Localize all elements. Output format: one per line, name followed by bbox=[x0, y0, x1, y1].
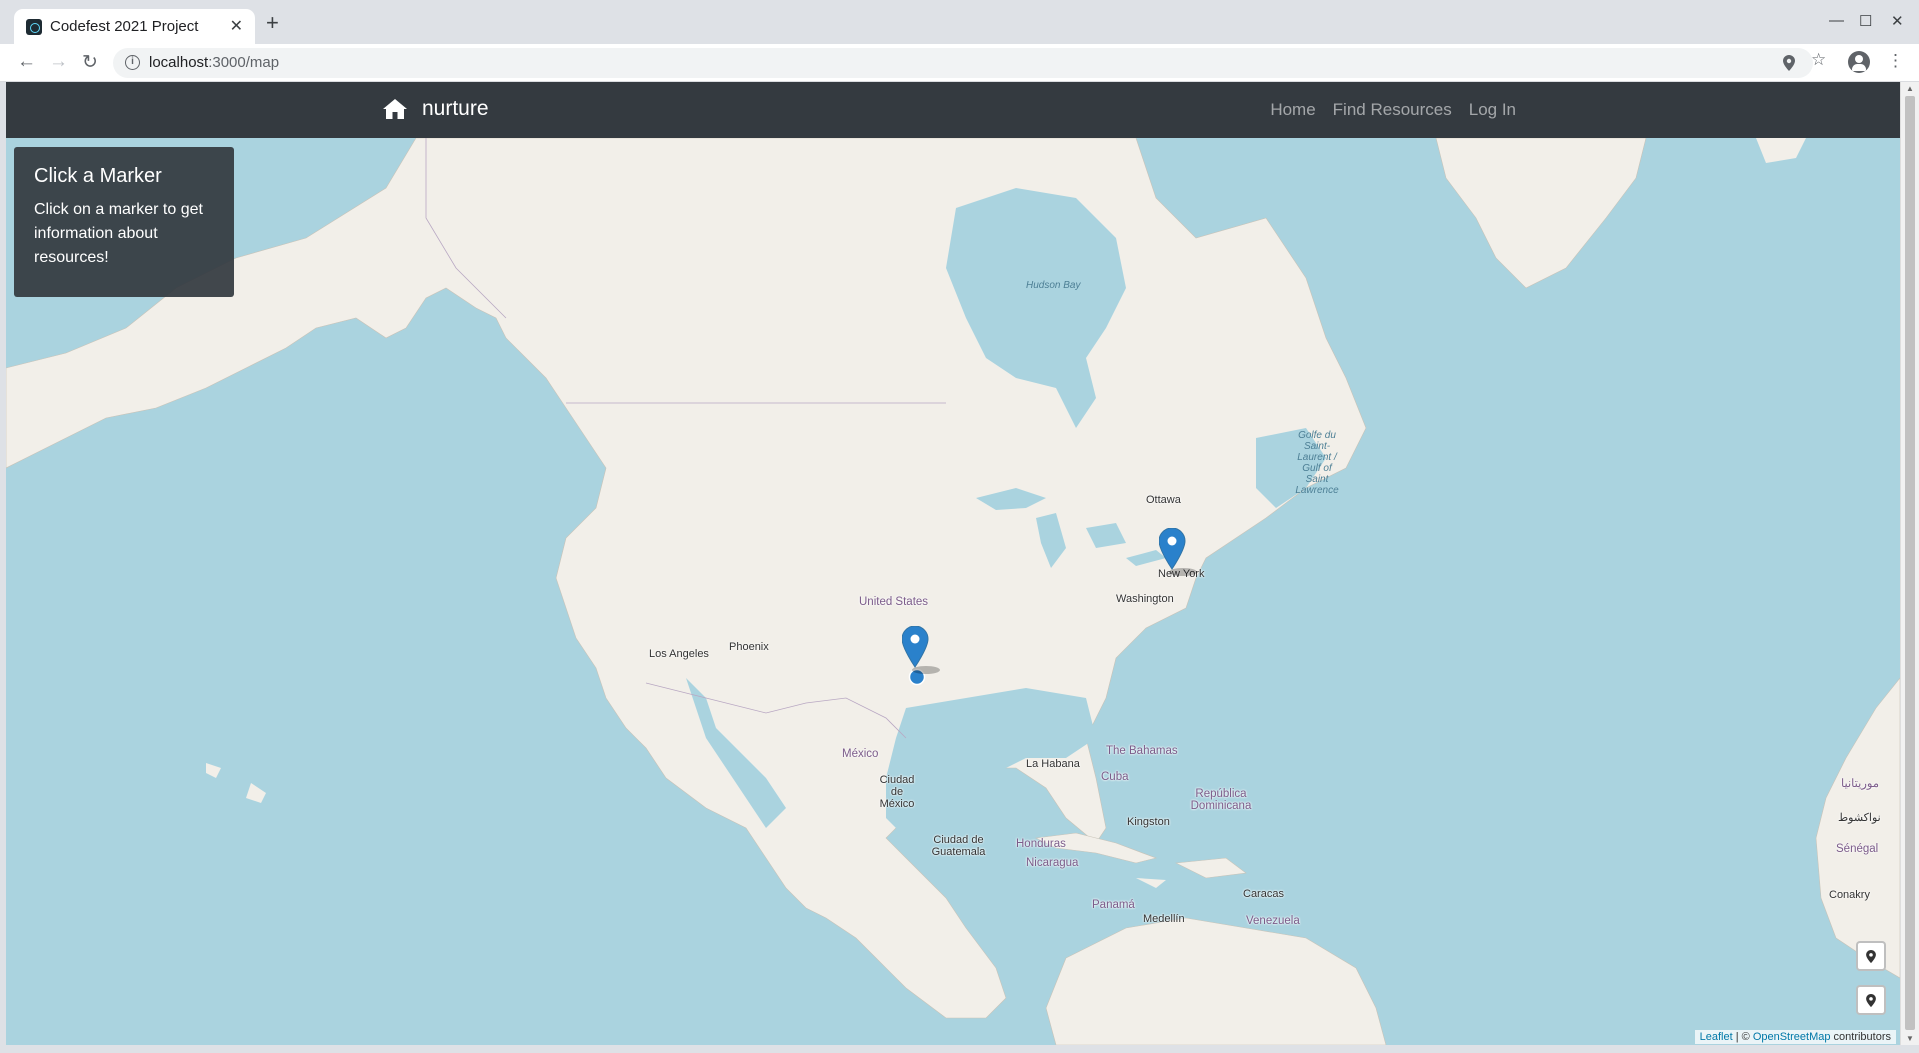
leaflet-link[interactable]: Leaflet bbox=[1700, 1031, 1733, 1043]
label-the-bahamas: The Bahamas bbox=[1106, 745, 1178, 757]
openstreetmap-link[interactable]: OpenStreetMap bbox=[1753, 1031, 1831, 1043]
nav-link-home[interactable]: Home bbox=[1270, 100, 1315, 120]
label-nouakchott: نواكشوط bbox=[1838, 812, 1881, 824]
tab-title: Codefest 2021 Project bbox=[50, 18, 199, 35]
profile-avatar-icon[interactable] bbox=[1848, 51, 1870, 73]
label-gulf-st-lawrence: Golfe du Saint-Laurent / Gulf of Saint L… bbox=[1295, 430, 1339, 496]
nav-link-log-in[interactable]: Log In bbox=[1469, 100, 1516, 120]
label-kingston: Kingston bbox=[1127, 816, 1170, 828]
resource-marker-texas[interactable] bbox=[902, 626, 940, 676]
label-ottawa: Ottawa bbox=[1146, 494, 1181, 506]
browser-window: Codefest 2021 Project ✕ + — ☐ ✕ ← → ↻ i … bbox=[0, 0, 1919, 1053]
minimize-button[interactable]: — bbox=[1829, 12, 1844, 29]
map-tiles bbox=[6, 138, 1900, 1045]
page-viewport: nurture Home Find Resources Log In Hudso… bbox=[6, 82, 1919, 1045]
reload-button[interactable]: ↻ bbox=[82, 51, 98, 74]
map-attribution: Leaflet | © OpenStreetMap contributors bbox=[1694, 1030, 1896, 1044]
site-info-icon[interactable]: i bbox=[125, 55, 140, 70]
label-senegal: Sénégal bbox=[1836, 843, 1879, 855]
brand-link[interactable]: nurture bbox=[383, 97, 489, 121]
label-hudson-bay: Hudson Bay bbox=[1026, 280, 1081, 291]
label-conakry: Conakry bbox=[1829, 889, 1870, 901]
tab-close-icon[interactable]: ✕ bbox=[230, 16, 243, 36]
label-honduras: Honduras bbox=[1016, 838, 1066, 850]
label-republica-dominicana: República Dominicana bbox=[1190, 788, 1252, 812]
nav-links: Home Find Resources Log In bbox=[1253, 100, 1516, 120]
label-mauritania: موريتانيا bbox=[1841, 778, 1880, 790]
panel-title: Click a Marker bbox=[34, 165, 162, 187]
react-favicon-icon bbox=[26, 19, 42, 35]
scroll-down-icon[interactable]: ▼ bbox=[1906, 1034, 1914, 1043]
close-window-button[interactable]: ✕ bbox=[1891, 12, 1904, 30]
browser-menu-icon[interactable]: ⋮ bbox=[1887, 51, 1904, 71]
label-ciudad-de-guatemala: Ciudad de Guatemala bbox=[931, 834, 986, 858]
location-icon[interactable] bbox=[1783, 55, 1795, 71]
address-bar[interactable]: i localhost:3000/map bbox=[113, 48, 1813, 78]
marker-info-panel: Click a Marker Click on a marker to get … bbox=[14, 147, 234, 297]
label-ciudad-de-mexico: Ciudad de México bbox=[879, 774, 915, 810]
label-united-states: United States bbox=[859, 596, 929, 608]
locate-control-button[interactable] bbox=[1856, 941, 1886, 971]
new-tab-button[interactable]: + bbox=[266, 12, 279, 34]
add-marker-control-button[interactable] bbox=[1856, 985, 1886, 1015]
map-pin-icon bbox=[1866, 993, 1876, 1007]
resource-map[interactable]: Hudson Bay Golfe du Saint-Laurent / Gulf… bbox=[6, 138, 1900, 1045]
back-button[interactable]: ← bbox=[17, 51, 36, 73]
maximize-button[interactable]: ☐ bbox=[1859, 12, 1872, 30]
bookmark-star-icon[interactable]: ☆ bbox=[1811, 50, 1826, 70]
site-navbar: nurture Home Find Resources Log In bbox=[6, 82, 1900, 138]
label-nicaragua: Nicaragua bbox=[1026, 857, 1079, 869]
scroll-up-icon[interactable]: ▲ bbox=[1906, 84, 1914, 93]
label-washington: Washington bbox=[1116, 593, 1174, 605]
tab-strip: Codefest 2021 Project ✕ + — ☐ ✕ bbox=[0, 0, 1919, 44]
label-cuba: Cuba bbox=[1101, 771, 1129, 783]
label-caracas: Caracas bbox=[1243, 888, 1284, 900]
label-mexico: México bbox=[842, 748, 879, 760]
panel-text: Click on a marker to get information abo… bbox=[34, 201, 203, 266]
resource-marker-new-york[interactable] bbox=[1159, 528, 1197, 578]
forward-button[interactable]: → bbox=[49, 51, 68, 73]
label-medellin: Medellín bbox=[1143, 913, 1185, 925]
scrollbar-thumb[interactable] bbox=[1905, 96, 1915, 1030]
page-scrollbar[interactable]: ▲ ▼ bbox=[1900, 82, 1919, 1045]
label-panama: Panamá bbox=[1092, 899, 1135, 911]
url-text[interactable]: localhost:3000/map bbox=[149, 54, 279, 71]
label-phoenix: Phoenix bbox=[729, 641, 769, 653]
browser-toolbar: ← → ↻ i localhost:3000/map ☆ ⋮ bbox=[0, 44, 1919, 82]
label-venezuela: Venezuela bbox=[1246, 915, 1300, 927]
nav-link-find-resources[interactable]: Find Resources bbox=[1333, 100, 1452, 120]
map-pin-icon bbox=[1866, 949, 1876, 963]
brand-name: nurture bbox=[422, 97, 489, 120]
browser-tab[interactable]: Codefest 2021 Project ✕ bbox=[14, 9, 255, 44]
label-los-angeles: Los Angeles bbox=[649, 648, 709, 660]
home-icon bbox=[383, 99, 407, 119]
label-la-habana: La Habana bbox=[1026, 758, 1080, 770]
